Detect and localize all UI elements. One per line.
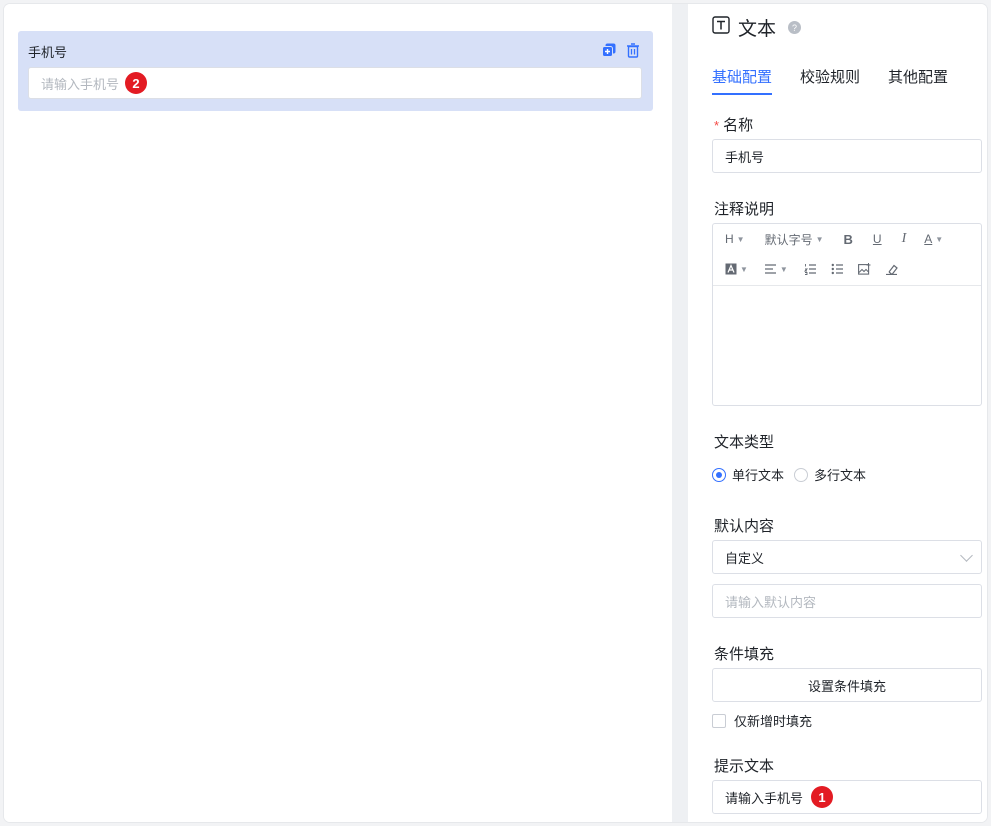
background-color-icon xyxy=(725,263,737,275)
chevron-down-icon: ▼ xyxy=(779,264,788,274)
fill-on-add-only-checkbox[interactable] xyxy=(712,713,726,728)
default-content-select-value: 自定义 xyxy=(725,550,765,566)
chevron-down-icon: ▼ xyxy=(815,234,824,244)
eraser-icon xyxy=(885,264,898,275)
ordered-list-button[interactable] xyxy=(803,259,817,279)
underline-button[interactable]: U xyxy=(873,229,882,249)
card-actions xyxy=(601,42,641,58)
selected-field-card[interactable]: 手机号 请输入手机号 2 xyxy=(18,31,653,111)
editor-toolbar-row-1: H ▼ 默认字号 ▼ B U I A ▼ xyxy=(725,229,943,249)
copy-icon[interactable] xyxy=(601,42,617,58)
panel-divider[interactable] xyxy=(672,4,688,822)
editor-content-area[interactable] xyxy=(713,286,981,405)
default-content-placeholder: 请输入默认内容 xyxy=(725,594,817,610)
help-icon[interactable]: ? xyxy=(788,21,802,34)
hint-text-label: 提示文本 xyxy=(714,758,775,775)
annotation-marker-1: 1 xyxy=(811,786,834,808)
chevron-down-icon: ▼ xyxy=(935,234,944,244)
chevron-down-icon: ▼ xyxy=(736,234,745,244)
heading-button[interactable]: H ▼ xyxy=(725,229,745,249)
conditional-fill-label: 条件填充 xyxy=(714,646,775,663)
panel-title-text: 文本 xyxy=(738,19,777,40)
default-content-label: 默认内容 xyxy=(714,518,775,535)
chevron-down-icon xyxy=(960,549,973,562)
form-canvas: 手机号 请输入手机号 2 xyxy=(4,4,672,822)
tab-other-config[interactable]: 其他配置 xyxy=(888,66,948,95)
font-size-select[interactable]: 默认字号 ▼ xyxy=(765,229,824,249)
text-field-icon xyxy=(712,15,730,40)
hint-text-value: 请输入手机号 xyxy=(725,790,804,806)
font-size-label: 默认字号 xyxy=(764,232,813,247)
default-content-input[interactable]: 请输入默认内容 xyxy=(712,584,982,618)
align-button[interactable]: ▼ xyxy=(764,259,788,279)
background-color-button[interactable]: ▼ xyxy=(725,259,748,279)
insert-image-button[interactable] xyxy=(857,259,871,279)
image-icon xyxy=(857,263,871,275)
bullet-list-icon xyxy=(831,263,843,275)
text-type-label: 文本类型 xyxy=(714,434,775,451)
single-line-radio[interactable] xyxy=(712,467,726,482)
panel-title: 文本 ? xyxy=(712,14,802,41)
annotation-marker-2: 2 xyxy=(125,72,148,94)
bullet-list-button[interactable] xyxy=(831,259,844,279)
bold-button[interactable]: B xyxy=(844,229,853,249)
config-tabs: 基础配置 校验规则 其他配置 xyxy=(712,66,948,95)
font-color-button[interactable]: A ▼ xyxy=(924,229,943,249)
chevron-down-icon: ▼ xyxy=(740,264,748,274)
description-label: 注释说明 xyxy=(714,201,775,218)
phone-input-placeholder: 请输入手机号 xyxy=(41,76,120,92)
align-left-icon xyxy=(764,264,776,274)
default-content-select[interactable]: 自定义 xyxy=(712,540,982,574)
description-rich-editor: H ▼ 默认字号 ▼ B U I A ▼ ▼ ▼ xyxy=(712,223,982,406)
editor-toolbar-row-2: ▼ ▼ xyxy=(725,259,898,279)
name-label-text: 名称 xyxy=(723,117,754,134)
font-color-label: A xyxy=(924,232,933,246)
fill-on-add-only-label[interactable]: 仅新增时填充 xyxy=(734,711,812,730)
app-frame: 手机号 请输入手机号 2 文本 ? 基础配置 校验规则 其他配置 * 名称 手机… xyxy=(4,4,987,822)
ordered-list-icon xyxy=(803,264,816,275)
tab-validation-rules[interactable]: 校验规则 xyxy=(800,66,860,95)
name-input-value: 手机号 xyxy=(725,149,765,165)
multi-line-label[interactable]: 多行文本 xyxy=(814,465,866,484)
required-mark: * xyxy=(714,118,720,133)
hint-text-input[interactable]: 请输入手机号 1 xyxy=(712,780,982,814)
properties-panel: 文本 ? 基础配置 校验规则 其他配置 * 名称 手机号 注释说明 H ▼ 默认字号… xyxy=(688,4,987,822)
set-conditional-fill-button[interactable]: 设置条件填充 xyxy=(712,668,982,702)
fill-on-add-only-row: 仅新增时填充 xyxy=(712,711,812,730)
text-type-radio-group: 单行文本 多行文本 xyxy=(712,465,866,484)
name-input[interactable]: 手机号 xyxy=(712,139,982,173)
heading-label: H xyxy=(725,232,734,246)
multi-line-radio[interactable] xyxy=(794,467,809,482)
name-label: * 名称 xyxy=(714,114,753,135)
trash-icon[interactable] xyxy=(625,42,641,58)
tab-basic-config[interactable]: 基础配置 xyxy=(712,66,773,95)
phone-input-preview[interactable]: 请输入手机号 2 xyxy=(28,67,642,99)
field-label: 手机号 xyxy=(28,45,68,60)
clear-format-button[interactable] xyxy=(885,259,898,279)
single-line-label[interactable]: 单行文本 xyxy=(732,465,784,484)
italic-button[interactable]: I xyxy=(902,229,907,249)
